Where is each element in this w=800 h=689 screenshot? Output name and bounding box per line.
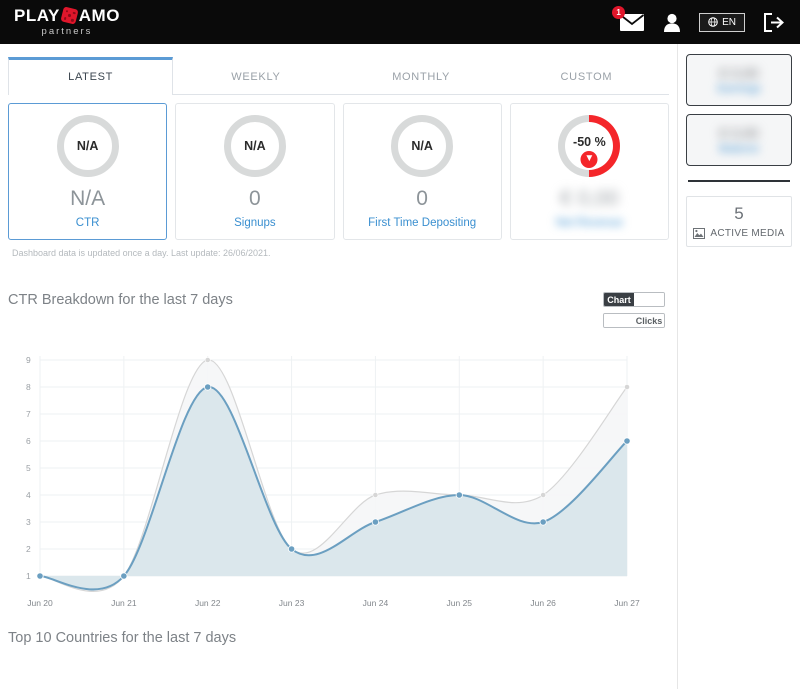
stat-card-group: N/A N/A CTR N/A 0 Signups N/A 0 Fir (0, 95, 677, 240)
ctr-donut-chart: N/A (57, 115, 119, 177)
brand-logo[interactable]: PLAY AMO partners (14, 7, 120, 37)
clicks-toggle-left-label (604, 314, 634, 327)
ctr-breakdown-area-chart[interactable]: 1 2 3 4 5 6 7 8 9 Jun 20 Jun 21 Jun 22 Jun 23 Jun 24… (0, 344, 677, 614)
logo-text-play: PLAY (14, 7, 60, 24)
stat-card-net-revenue[interactable]: -50 % ▼ € 0,00 Net Revenue (510, 103, 669, 240)
period-tabs: LATEST WEEKLY MONTHLY CUSTOM (8, 56, 669, 95)
tab-weekly[interactable]: WEEKLY (173, 57, 338, 95)
chart-title: CTR Breakdown for the last 7 days (8, 292, 233, 308)
top-header-bar: PLAY AMO partners 1 EN (0, 0, 800, 44)
balance-label: Balance (719, 143, 759, 155)
right-sidebar: € 0,00 Earnings € 0,00 Balance 5 ACTIVE … (678, 44, 800, 689)
x-tick-jun-27: Jun 27 (614, 598, 640, 608)
ctr-label: CTR (76, 217, 100, 229)
y-tick-1: 1 (26, 571, 31, 581)
dice-icon (60, 7, 78, 25)
signups-value: 0 (249, 187, 261, 211)
sidebar-earnings-box[interactable]: € 0,00 Earnings (686, 54, 792, 106)
x-tick-jun-20: Jun 20 (27, 598, 53, 608)
trend-down-icon: ▼ (581, 151, 598, 168)
page-body: LATEST WEEKLY MONTHLY CUSTOM N/A N/A CTR… (0, 44, 800, 689)
y-tick-6: 6 (26, 436, 31, 446)
y-tick-5: 5 (26, 463, 31, 473)
image-icon (693, 228, 705, 239)
logo-text-amo: AMO (79, 7, 120, 24)
top-countries-title: Top 10 Countries for the last 7 days (0, 614, 677, 646)
active-media-label: ACTIVE MEDIA (710, 228, 784, 239)
x-tick-jun-24: Jun 24 (363, 598, 389, 608)
globe-icon (708, 17, 718, 27)
header-icon-group: 1 EN (619, 13, 784, 32)
sidebar-divider (688, 180, 790, 182)
y-tick-4: 4 (26, 490, 31, 500)
x-tick-jun-22: Jun 22 (195, 598, 221, 608)
tab-monthly[interactable]: MONTHLY (339, 57, 504, 95)
tab-latest-label: LATEST (68, 71, 113, 83)
x-tick-jun-21: Jun 21 (111, 598, 137, 608)
chart-toggle-off-label (634, 293, 664, 306)
x-tick-jun-26: Jun 26 (530, 598, 556, 608)
language-label: EN (722, 17, 736, 28)
earnings-value: € 0,00 (720, 65, 759, 81)
mail-icon[interactable]: 1 (619, 13, 645, 32)
tab-monthly-label: MONTHLY (392, 71, 450, 83)
balance-value: € 0,00 (720, 125, 759, 141)
net-revenue-donut-chart: -50 % ▼ (558, 115, 620, 177)
tab-latest[interactable]: LATEST (8, 57, 173, 95)
stat-card-first-time-depositing[interactable]: N/A 0 First Time Depositing (343, 103, 502, 240)
earnings-label: Earnings (717, 83, 760, 95)
user-icon[interactable] (663, 13, 681, 32)
y-tick-9: 9 (26, 355, 31, 365)
clicks-view-toggle[interactable]: Clicks (603, 313, 665, 328)
mail-unread-badge: 1 (612, 6, 625, 19)
ftd-label: First Time Depositing (368, 217, 476, 229)
tab-custom[interactable]: CUSTOM (504, 57, 669, 95)
tab-custom-label: CUSTOM (561, 71, 613, 83)
ctr-donut-value: N/A (77, 139, 99, 153)
clicks-toggle-right-label: Clicks (634, 314, 664, 327)
y-tick-3: 3 (26, 517, 31, 527)
sidebar-balance-box[interactable]: € 0,00 Balance (686, 114, 792, 166)
chart-toggle-on-label: Chart (604, 293, 634, 306)
main-content: LATEST WEEKLY MONTHLY CUSTOM N/A N/A CTR… (0, 44, 678, 689)
x-tick-jun-25: Jun 25 (447, 598, 473, 608)
active-media-box[interactable]: 5 ACTIVE MEDIA (686, 196, 792, 247)
chart-header: CTR Breakdown for the last 7 days Chart … (0, 258, 677, 328)
logout-icon[interactable] (763, 13, 784, 32)
y-tick-7: 7 (26, 409, 31, 419)
y-tick-2: 2 (26, 544, 31, 554)
ftd-donut-value: N/A (411, 139, 433, 153)
net-revenue-value: € 0,00 (560, 187, 618, 211)
tab-weekly-label: WEEKLY (231, 71, 280, 83)
x-tick-jun-23: Jun 23 (279, 598, 305, 608)
chart-canvas (0, 344, 678, 602)
signups-donut-chart: N/A (224, 115, 286, 177)
active-media-count: 5 (734, 204, 743, 224)
ftd-value: 0 (416, 187, 428, 211)
dashboard-update-note: Dashboard data is updated once a day. La… (0, 240, 677, 258)
ftd-donut-chart: N/A (391, 115, 453, 177)
logo-subtitle: partners (42, 27, 93, 37)
signups-donut-value: N/A (244, 139, 266, 153)
stat-card-signups[interactable]: N/A 0 Signups (175, 103, 334, 240)
net-revenue-label: Net Revenue (556, 217, 623, 229)
chart-view-toggle[interactable]: Chart (603, 292, 665, 307)
signups-label: Signups (234, 217, 276, 229)
ctr-value: N/A (70, 187, 105, 211)
stat-card-ctr[interactable]: N/A N/A CTR (8, 103, 167, 240)
y-tick-8: 8 (26, 382, 31, 392)
language-selector[interactable]: EN (699, 13, 745, 32)
net-revenue-percent: -50 % (573, 135, 606, 149)
chart-toggle-group: Chart Clicks (603, 292, 665, 328)
